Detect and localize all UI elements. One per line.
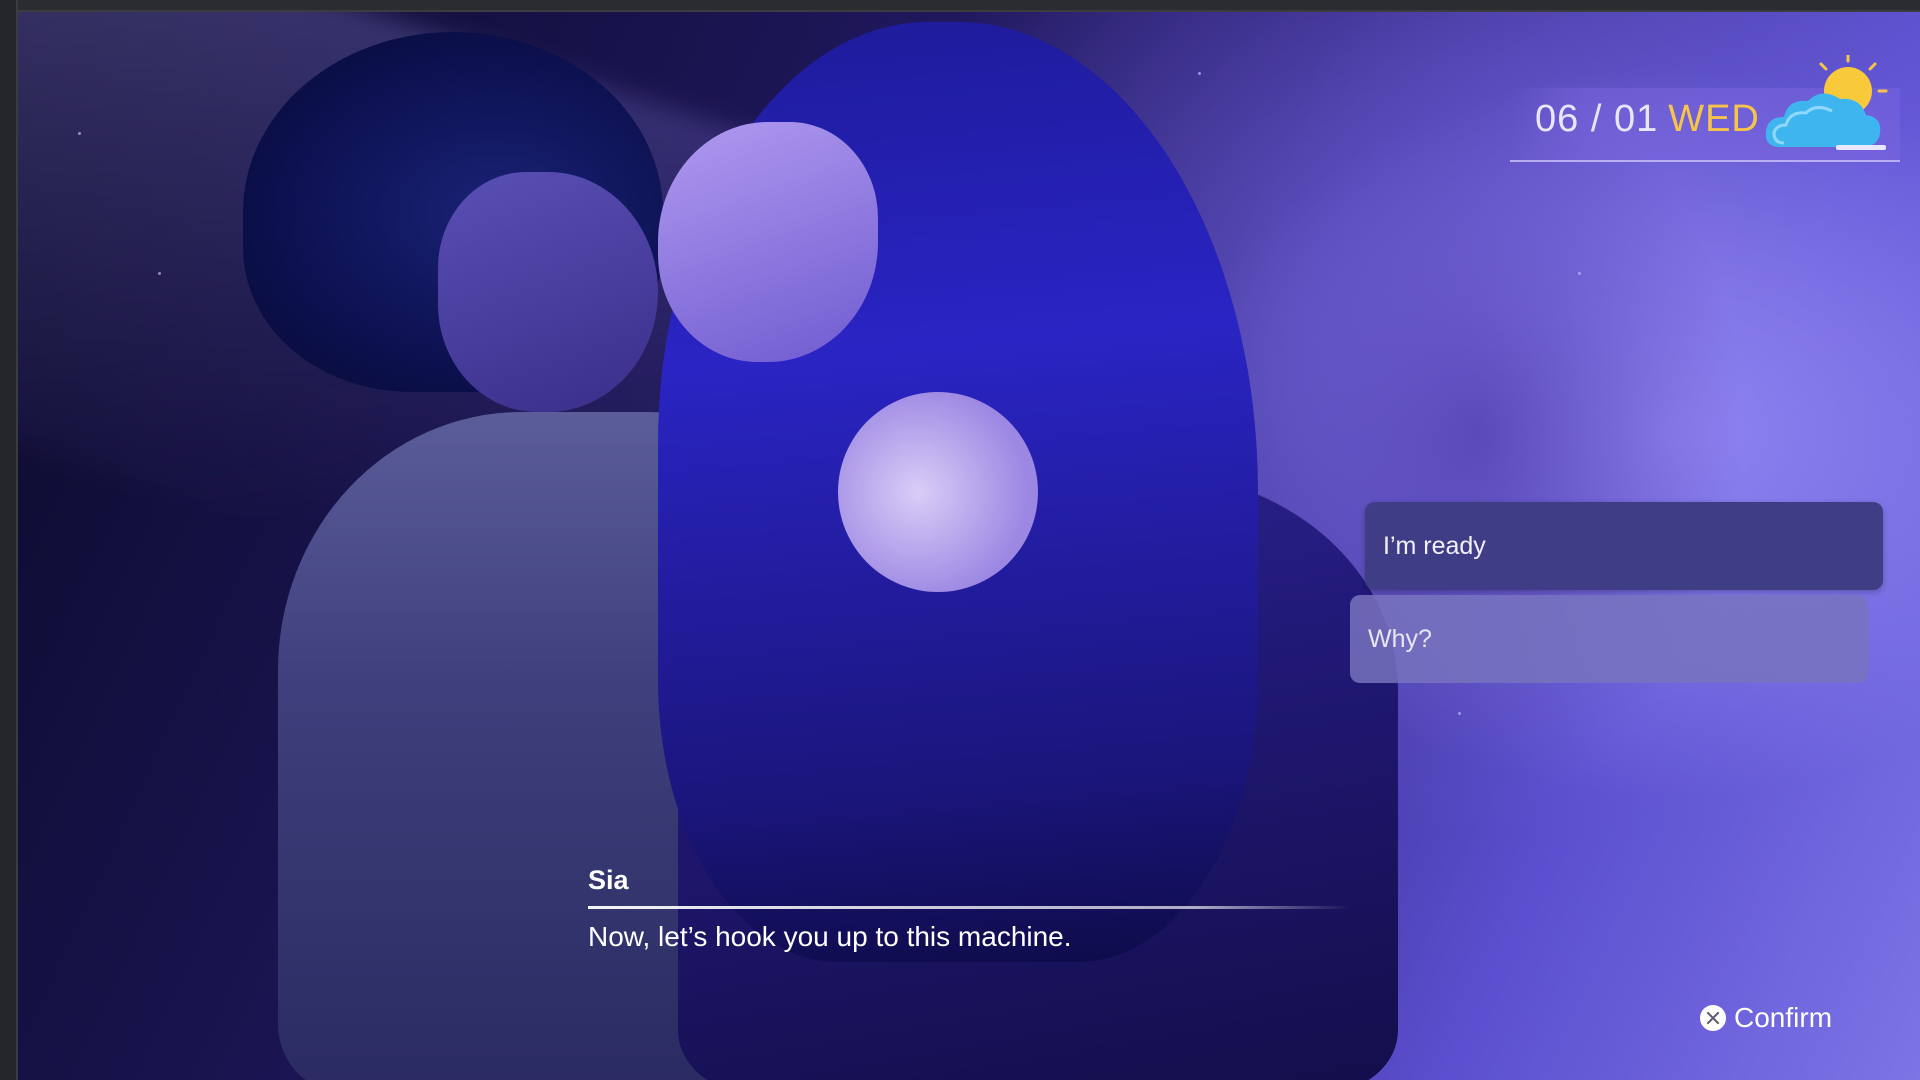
sparkle xyxy=(158,272,161,275)
window-left-border xyxy=(0,0,18,1080)
cross-button-icon xyxy=(1700,1005,1726,1031)
partly-sunny-icon xyxy=(1760,53,1900,155)
choice-label: Why? xyxy=(1368,624,1432,653)
speaker-name: Sia xyxy=(588,865,629,895)
dialogue-text: Now, let’s hook you up to this machine. xyxy=(588,921,1072,952)
boy-face xyxy=(438,172,658,412)
confirm-label: Confirm xyxy=(1734,1002,1833,1033)
sparkle xyxy=(78,132,81,135)
choice-option-ready[interactable]: I’m ready xyxy=(1365,502,1883,590)
sparkle xyxy=(1198,72,1201,75)
choice-option-why[interactable]: Why? xyxy=(1350,595,1868,683)
window-top-border xyxy=(0,0,1920,12)
girl-face xyxy=(658,122,878,362)
sparkle xyxy=(1458,712,1461,715)
date-value: 06 / 01 xyxy=(1535,98,1659,140)
sparkle xyxy=(1578,272,1581,275)
weekday-label: WED xyxy=(1668,98,1760,140)
confirm-prompt[interactable]: Confirm xyxy=(1700,1002,1832,1034)
dialogue-divider xyxy=(588,906,1350,909)
girl-shoulder xyxy=(838,392,1038,592)
game-frame: 06 / 01 WED I’m ready Why? Sia Now, let’s… xyxy=(0,0,1920,1080)
calendar-date: 06 / 01 WED xyxy=(1535,98,1760,141)
choice-label: I’m ready xyxy=(1383,531,1486,560)
